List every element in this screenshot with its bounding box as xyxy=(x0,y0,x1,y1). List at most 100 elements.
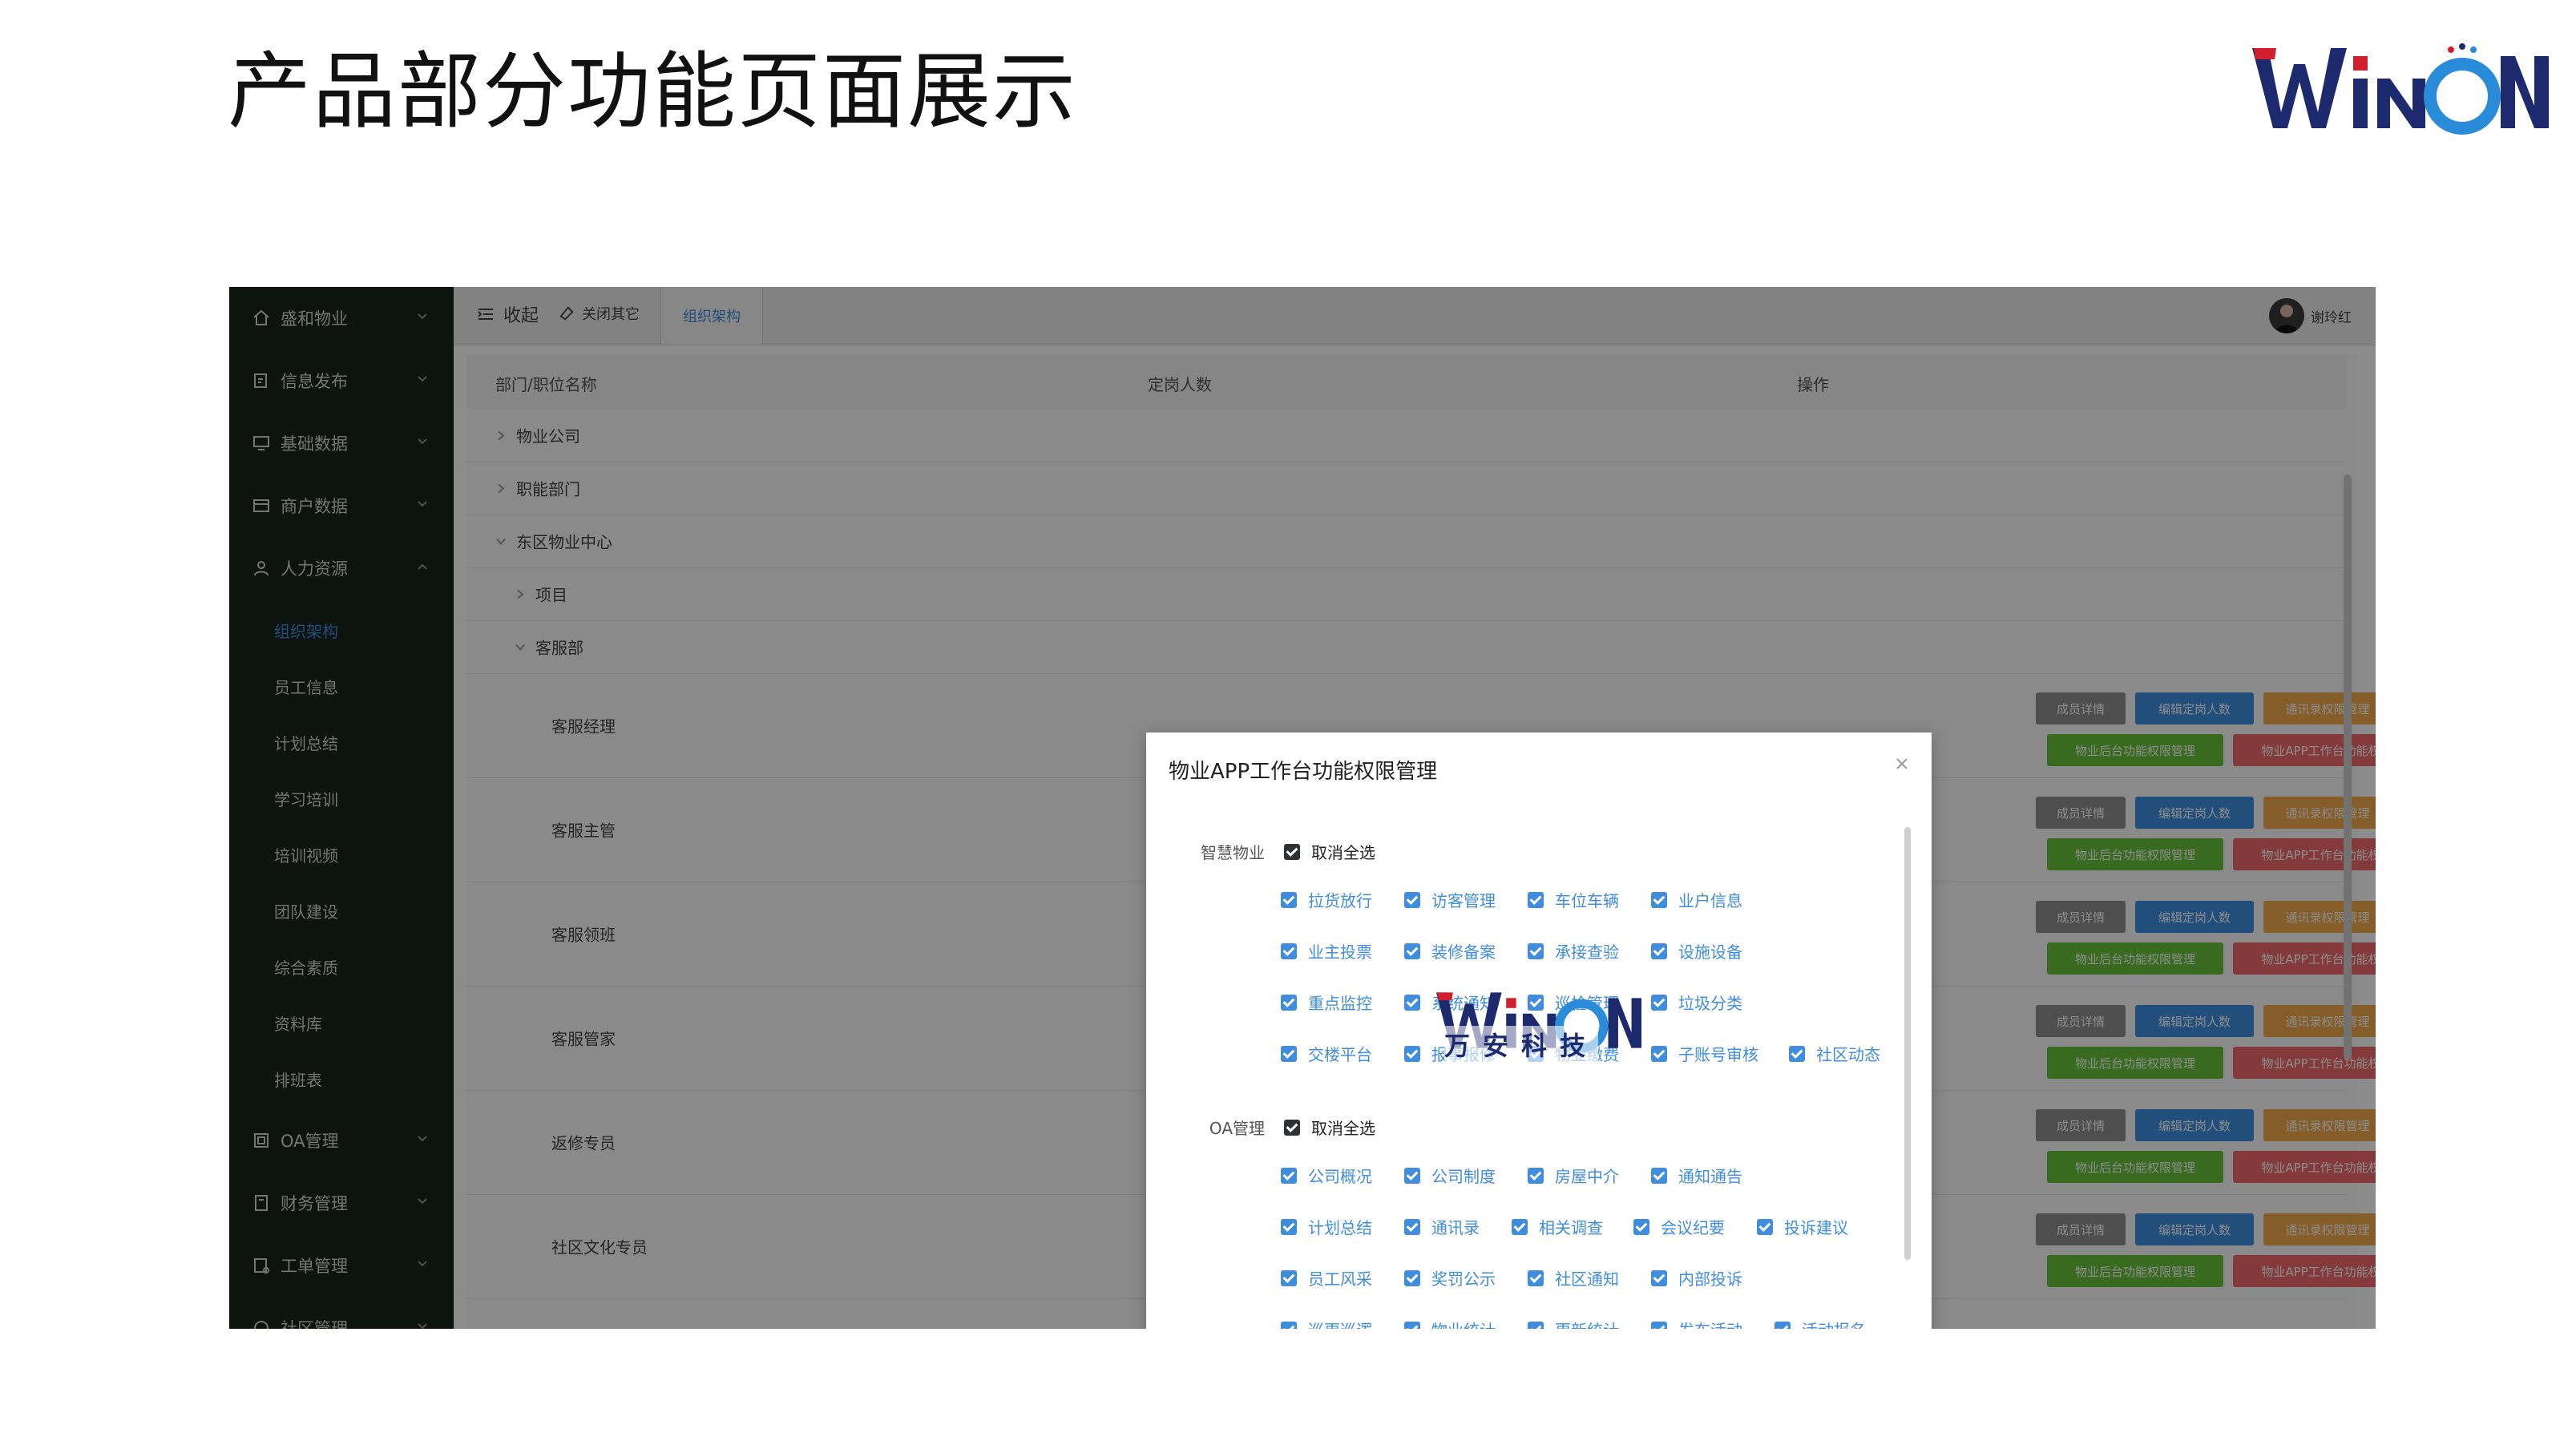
perm-checkbox[interactable]: 重点监控 xyxy=(1281,991,1372,1014)
perm-checkbox[interactable]: 业主投票 xyxy=(1281,939,1372,963)
checkbox-label: 投诉建议 xyxy=(1784,1218,1848,1237)
perm-checkbox[interactable]: 员工风采 xyxy=(1281,1266,1372,1290)
checkbox-label: 活动报名 xyxy=(1802,1318,1866,1329)
perm-checkbox[interactable]: 子账号审核 xyxy=(1651,1042,1758,1065)
perm-checkbox[interactable]: 会议纪要 xyxy=(1633,1215,1725,1238)
perm-checkbox[interactable]: 相关调查 xyxy=(1512,1215,1603,1238)
checkbox-checked-icon xyxy=(1651,891,1667,908)
close-icon[interactable] xyxy=(1895,757,1909,771)
checkbox-label: 车位车辆 xyxy=(1555,891,1619,910)
checkbox-checked-icon xyxy=(1404,1218,1420,1235)
perm-checkbox[interactable]: 社区动态 xyxy=(1789,1042,1880,1065)
checkbox-checked-icon xyxy=(1404,1045,1420,1062)
checkbox-label: 取消全选 xyxy=(1311,843,1375,862)
group-label-smart: 智慧物业 xyxy=(1201,843,1265,862)
perm-checkbox[interactable]: 房屋中介 xyxy=(1528,1164,1619,1187)
checkbox-label: 公司概况 xyxy=(1308,1167,1372,1186)
checkbox-checked-icon xyxy=(1281,891,1297,908)
checkbox-checked-icon xyxy=(1281,1269,1297,1286)
group-label-oa: OA管理 xyxy=(1209,1119,1265,1138)
select-all-oa[interactable]: 取消全选 xyxy=(1284,1116,1375,1139)
checkbox-checked-icon xyxy=(1651,1321,1667,1329)
perm-checkbox[interactable]: 拉货放行 xyxy=(1281,888,1372,911)
checkbox-checked-icon xyxy=(1651,942,1667,959)
perm-checkbox[interactable]: 活动报名 xyxy=(1775,1318,1866,1329)
perm-checkbox[interactable]: 通知通告 xyxy=(1651,1164,1742,1187)
perm-checkbox[interactable]: 发布活动 xyxy=(1651,1318,1742,1329)
checkbox-label: 物业统计 xyxy=(1431,1318,1496,1329)
checkbox-checked-icon xyxy=(1284,1119,1300,1136)
checkbox-checked-icon xyxy=(1404,1321,1420,1329)
checkbox-label: 会议纪要 xyxy=(1661,1218,1725,1237)
checkbox-label: 业主投票 xyxy=(1308,942,1372,962)
checkbox-label: 设施设备 xyxy=(1678,942,1742,962)
perm-checkbox[interactable]: 奖罚公示 xyxy=(1404,1266,1496,1290)
checkbox-checked-icon xyxy=(1404,994,1420,1011)
checkbox-checked-icon xyxy=(1528,1269,1544,1286)
checkbox-label: 更新统计 xyxy=(1555,1318,1619,1329)
checkbox-checked-icon xyxy=(1404,1167,1420,1184)
select-all-smart[interactable]: 取消全选 xyxy=(1284,840,1375,863)
checkbox-checked-icon xyxy=(1284,843,1300,860)
perm-checkbox[interactable]: 车位车辆 xyxy=(1528,888,1619,911)
checkbox-label: 相关调查 xyxy=(1539,1218,1603,1237)
perm-checkbox[interactable]: 承接查验 xyxy=(1528,939,1619,963)
perm-checkbox[interactable]: 设施设备 xyxy=(1651,939,1742,963)
checkbox-checked-icon xyxy=(1651,1269,1667,1286)
perm-checkbox[interactable]: 业户信息 xyxy=(1651,888,1742,911)
checkbox-label: 发布活动 xyxy=(1678,1318,1742,1329)
checkbox-label: 取消全选 xyxy=(1311,1119,1375,1138)
perm-checkbox[interactable]: 访客管理 xyxy=(1404,888,1496,911)
perm-checkbox[interactable]: 巡更巡逻 xyxy=(1281,1318,1372,1329)
perm-checkbox[interactable]: 垃圾分类 xyxy=(1651,991,1742,1014)
checkbox-label: 业户信息 xyxy=(1678,891,1742,910)
checkbox-checked-icon xyxy=(1281,1045,1297,1062)
checkbox-checked-icon xyxy=(1281,1167,1297,1184)
checkbox-label: 拉货放行 xyxy=(1308,891,1372,910)
checkbox-checked-icon xyxy=(1528,891,1544,908)
watermark-company-name: 万安科技 xyxy=(1444,1026,1599,1063)
checkbox-label: 访客管理 xyxy=(1431,891,1496,910)
checkbox-checked-icon xyxy=(1775,1321,1791,1329)
perm-checkbox[interactable]: 装修备案 xyxy=(1404,939,1496,963)
checkbox-label: 计划总结 xyxy=(1308,1218,1372,1237)
perm-checkbox[interactable]: 公司制度 xyxy=(1404,1164,1496,1187)
checkbox-checked-icon xyxy=(1651,1045,1667,1062)
checkbox-checked-icon xyxy=(1528,1321,1544,1329)
checkbox-label: 通讯录 xyxy=(1431,1218,1480,1237)
checkbox-label: 公司制度 xyxy=(1431,1167,1496,1186)
checkbox-label: 重点监控 xyxy=(1308,994,1372,1013)
checkbox-checked-icon xyxy=(1512,1218,1528,1235)
perm-checkbox[interactable]: 内部投诉 xyxy=(1651,1266,1742,1290)
perm-checkbox[interactable]: 投诉建议 xyxy=(1757,1215,1848,1238)
checkbox-checked-icon xyxy=(1404,891,1420,908)
checkbox-label: 员工风采 xyxy=(1308,1269,1372,1289)
perm-checkbox[interactable]: 更新统计 xyxy=(1528,1318,1619,1329)
checkbox-label: 通知通告 xyxy=(1678,1167,1742,1186)
checkbox-checked-icon xyxy=(1281,942,1297,959)
checkbox-checked-icon xyxy=(1281,1218,1297,1235)
perm-checkbox[interactable]: 交楼平台 xyxy=(1281,1042,1372,1065)
perm-checkbox[interactable]: 通讯录 xyxy=(1404,1215,1480,1238)
checkbox-checked-icon xyxy=(1281,1321,1297,1329)
checkbox-label: 装修备案 xyxy=(1431,942,1496,962)
perm-checkbox[interactable]: 公司概况 xyxy=(1281,1164,1372,1187)
checkbox-label: 房屋中介 xyxy=(1555,1167,1619,1186)
checkbox-label: 垃圾分类 xyxy=(1678,994,1742,1013)
checkbox-checked-icon xyxy=(1528,1167,1544,1184)
dialog-title: 物业APP工作台功能权限管理 xyxy=(1169,760,1438,784)
checkbox-label: 交楼平台 xyxy=(1308,1045,1372,1064)
checkbox-checked-icon xyxy=(1651,994,1667,1011)
dialog-scrollbar[interactable] xyxy=(1904,827,1911,1260)
winon-logo xyxy=(2252,43,2549,135)
checkbox-checked-icon xyxy=(1757,1218,1773,1235)
perm-checkbox[interactable]: 物业统计 xyxy=(1404,1318,1496,1329)
checkbox-label: 子账号审核 xyxy=(1678,1045,1758,1064)
perm-checkbox[interactable]: 计划总结 xyxy=(1281,1215,1372,1238)
slide-title: 产品部分功能页面展示 xyxy=(228,42,1078,140)
checkbox-checked-icon xyxy=(1528,942,1544,959)
checkbox-checked-icon xyxy=(1651,1167,1667,1184)
perm-checkbox[interactable]: 社区通知 xyxy=(1528,1266,1619,1290)
checkbox-checked-icon xyxy=(1281,994,1297,1011)
checkbox-label: 社区动态 xyxy=(1816,1045,1880,1064)
